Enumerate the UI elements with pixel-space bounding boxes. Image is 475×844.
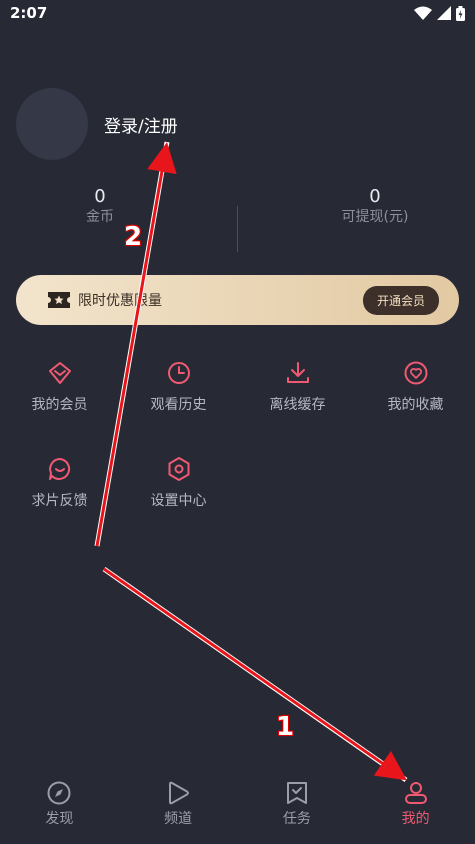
status-icons	[414, 5, 465, 21]
status-time: 2:07	[10, 4, 48, 22]
download-icon	[286, 362, 309, 383]
stats-row: 0 金币 0 可提现(元)	[0, 186, 475, 256]
arrow-1-label: 1	[276, 712, 295, 742]
coins-value: 0	[94, 186, 106, 207]
nav-label: 频道	[164, 811, 193, 827]
wifi-icon	[414, 6, 432, 20]
cash-stat[interactable]: 0 可提现(元)	[275, 186, 475, 226]
profile-header[interactable]: 登录/注册	[16, 88, 178, 160]
grid-item-history[interactable]: 观看历史	[119, 360, 238, 414]
coins-stat[interactable]: 0 金币	[0, 186, 200, 226]
play-icon	[169, 781, 190, 805]
avatar[interactable]	[16, 88, 88, 160]
coins-label: 金币	[86, 209, 114, 225]
stats-divider	[237, 206, 238, 252]
cash-value: 0	[369, 186, 381, 207]
nav-label: 我的	[401, 811, 430, 827]
bottom-nav: 发现 频道 任务 我的	[0, 764, 475, 844]
user-icon	[404, 782, 427, 804]
nav-channel[interactable]: 频道	[119, 780, 238, 828]
vip-banner[interactable]: 限时优惠限量 开通会员	[16, 275, 459, 325]
nav-discover[interactable]: 发现	[0, 780, 119, 828]
grid-item-offline-cache[interactable]: 离线缓存	[238, 360, 357, 414]
clock-icon	[167, 362, 190, 384]
grid-item-request-feedback[interactable]: 求片反馈	[0, 456, 119, 510]
status-bar: 2:07	[0, 0, 475, 26]
grid-item-label: 离线缓存	[269, 397, 326, 413]
task-icon	[286, 782, 307, 804]
vip-promo-text: 限时优惠限量	[78, 293, 162, 309]
diamond-icon	[48, 362, 71, 384]
grid-item-label: 求片反馈	[31, 493, 88, 509]
compass-icon	[47, 781, 71, 805]
login-register-link[interactable]: 登录/注册	[104, 112, 178, 137]
heart-icon	[404, 361, 427, 385]
nav-tasks[interactable]: 任务	[238, 780, 357, 828]
signal-icon	[437, 6, 451, 20]
battery-icon	[456, 5, 465, 21]
cash-label: 可提现(元)	[341, 209, 409, 225]
grid-item-label: 我的收藏	[387, 397, 444, 413]
grid-item-favorites[interactable]: 我的收藏	[356, 360, 475, 414]
open-vip-button[interactable]: 开通会员	[362, 285, 439, 315]
grid-item-label: 观看历史	[150, 397, 207, 413]
nav-label: 任务	[282, 811, 311, 827]
grid-item-label: 我的会员	[31, 397, 88, 413]
hexagon-gear-icon	[168, 457, 189, 481]
grid-item-label: 设置中心	[150, 493, 207, 509]
arrow-1	[102, 566, 408, 783]
arrow-2-label: 2	[124, 222, 143, 252]
nav-mine[interactable]: 我的	[356, 780, 475, 828]
grid-item-settings[interactable]: 设置中心	[119, 456, 238, 510]
vip-ticket-icon	[48, 292, 70, 308]
chat-icon	[48, 458, 70, 480]
nav-label: 发现	[45, 811, 74, 827]
grid-item-membership[interactable]: 我的会员	[0, 360, 119, 414]
